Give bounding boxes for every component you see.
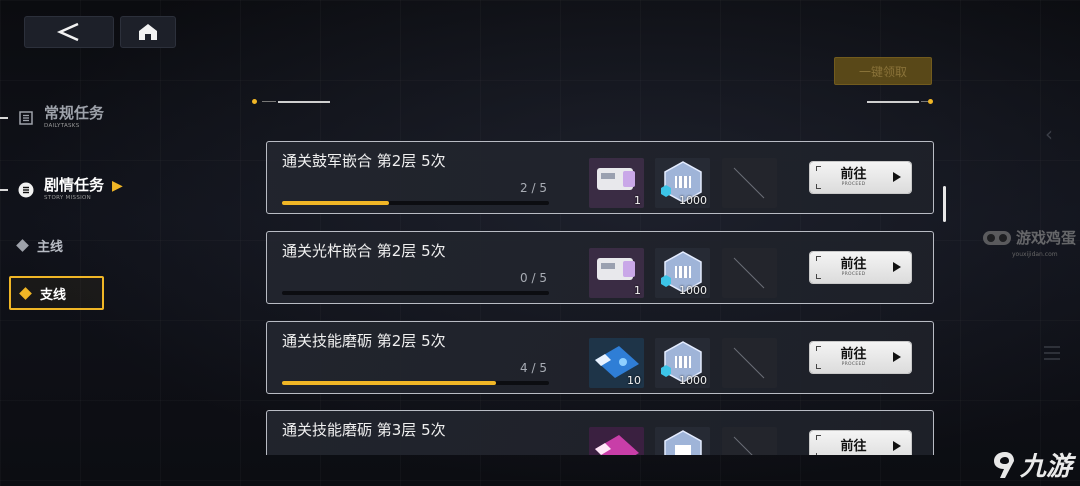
back-button[interactable] <box>24 16 114 48</box>
reward-item[interactable]: 1000 <box>655 158 710 208</box>
sidebar-item-sublabel: DAILYTASKS <box>44 123 80 129</box>
sidebar-dash <box>0 116 8 119</box>
proceed-sublabel: PROCEED <box>841 181 866 187</box>
menu-circle-icon <box>18 182 34 198</box>
watermark-logo-9game: 九游 <box>992 446 1072 483</box>
sidebar-item-label: 剧情任务 <box>44 176 105 194</box>
sidebar-subitem-main[interactable]: 主线 <box>16 236 64 255</box>
play-arrow-icon <box>893 262 901 272</box>
diamond-icon <box>16 239 29 252</box>
task-progress-bar <box>282 381 549 385</box>
task-title: 通关技能磨砺 第3层 5次 <box>282 421 446 439</box>
sidebar-subitem-label: 支线 <box>40 287 67 303</box>
proceed-button[interactable]: 前往 <box>810 431 911 455</box>
sidebar-item-story-mission[interactable]: 剧情任务 STORY MISSION ▶ <box>0 177 123 202</box>
reward-qty: 1 <box>634 194 641 207</box>
proceed-label: 前往 <box>840 166 867 182</box>
sidebar-item-sublabel: STORY MISSION <box>44 195 92 201</box>
reward-qty: 1000 <box>679 194 707 207</box>
proceed-label: 前往 <box>840 256 867 272</box>
pink-ticket-icon <box>589 427 644 455</box>
watermark-url: youxijidan.com <box>1012 251 1058 258</box>
empty-slot-icon <box>733 347 765 379</box>
proceed-sublabel: PROCEED <box>841 361 866 367</box>
sidebar-item-label: 常规任务 <box>44 104 105 122</box>
chevron-left-icon: ‹ <box>1045 122 1053 146</box>
panel-top-decoration <box>250 99 945 104</box>
menu-lines-icon <box>1044 346 1060 364</box>
task-progress-text: 0 / 5 <box>520 271 547 285</box>
task-progress-bar <box>282 201 549 205</box>
task-card: 通关技能磨砺 第2层 5次 4 / 5 10 1000 前往 PROCEED <box>266 321 934 394</box>
task-card: 通关技能磨砺 第3层 5次 前往 <box>266 410 934 455</box>
nine-game-icon <box>994 451 1014 478</box>
reward-item[interactable]: 1000 <box>655 338 710 388</box>
sidebar: 常规任务 DAILYTASKS 剧情任务 STORY MISSION ▶ 主线 … <box>0 95 140 395</box>
reward-item <box>722 248 777 298</box>
empty-slot-icon <box>733 167 765 199</box>
sidebar-subitem-branch[interactable]: 支线 <box>9 276 104 310</box>
reward-item <box>722 338 777 388</box>
blue-crystal-icon <box>655 427 710 455</box>
claim-all-button[interactable]: 一键领取 <box>834 57 932 85</box>
reward-item[interactable]: 1000 <box>655 248 710 298</box>
sidebar-item-daily-tasks[interactable]: 常规任务 DAILYTASKS <box>0 105 104 130</box>
proceed-sublabel: PROCEED <box>841 271 866 277</box>
task-title: 通关技能磨砺 第2层 5次 <box>282 332 446 350</box>
watermark-text: 九游 <box>1020 452 1073 482</box>
reward-qty: 1000 <box>679 284 707 297</box>
task-title: 通关鼓军嵌合 第2层 5次 <box>282 152 446 170</box>
task-title: 通关光杵嵌合 第2层 5次 <box>282 242 446 260</box>
proceed-button[interactable]: 前往 PROCEED <box>810 342 911 373</box>
task-list[interactable]: 通关鼓军嵌合 第2层 5次 2 / 5 1 1000 前往 PROCEED 通关… <box>266 141 934 455</box>
goggles-icon <box>983 230 1011 245</box>
task-progress-text: 4 / 5 <box>520 361 547 375</box>
watermark-text: 游戏鸡蛋 <box>1016 229 1077 247</box>
play-arrow-icon <box>893 172 901 182</box>
proceed-label: 前往 <box>840 346 867 362</box>
list-scrollbar[interactable] <box>943 186 946 222</box>
back-arrow-icon <box>56 22 79 42</box>
reward-item[interactable] <box>655 427 710 455</box>
reward-qty: 1 <box>634 284 641 297</box>
reward-qty: 10 <box>627 374 641 387</box>
proceed-button[interactable]: 前往 PROCEED <box>810 252 911 283</box>
empty-slot-icon <box>733 257 765 289</box>
play-arrow-icon <box>893 352 901 362</box>
watermark-logo: 游戏鸡蛋 <box>982 227 1076 248</box>
task-progress-text: 2 / 5 <box>520 181 547 195</box>
triangle-right-icon: ▶ <box>112 178 123 194</box>
empty-slot-icon <box>733 436 753 455</box>
proceed-button[interactable]: 前往 PROCEED <box>810 162 911 193</box>
play-arrow-icon <box>893 441 901 451</box>
sidebar-subitem-label: 主线 <box>37 240 64 255</box>
task-progress-bar <box>282 291 549 295</box>
list-icon <box>18 110 34 126</box>
reward-item[interactable]: 1 <box>589 158 644 208</box>
reward-qty: 1000 <box>679 374 707 387</box>
home-button[interactable] <box>120 16 176 48</box>
reward-item <box>722 158 777 208</box>
sidebar-dash <box>0 188 8 191</box>
reward-item[interactable] <box>589 427 644 455</box>
reward-item[interactable]: 10 <box>589 338 644 388</box>
reward-item <box>722 427 777 455</box>
task-card: 通关光杵嵌合 第2层 5次 0 / 5 1 1000 前往 PROCEED <box>266 231 934 304</box>
proceed-label: 前往 <box>840 438 867 454</box>
home-icon <box>139 24 157 40</box>
task-card: 通关鼓军嵌合 第2层 5次 2 / 5 1 1000 前往 PROCEED <box>266 141 934 214</box>
reward-item[interactable]: 1 <box>589 248 644 298</box>
diamond-icon <box>19 286 32 300</box>
